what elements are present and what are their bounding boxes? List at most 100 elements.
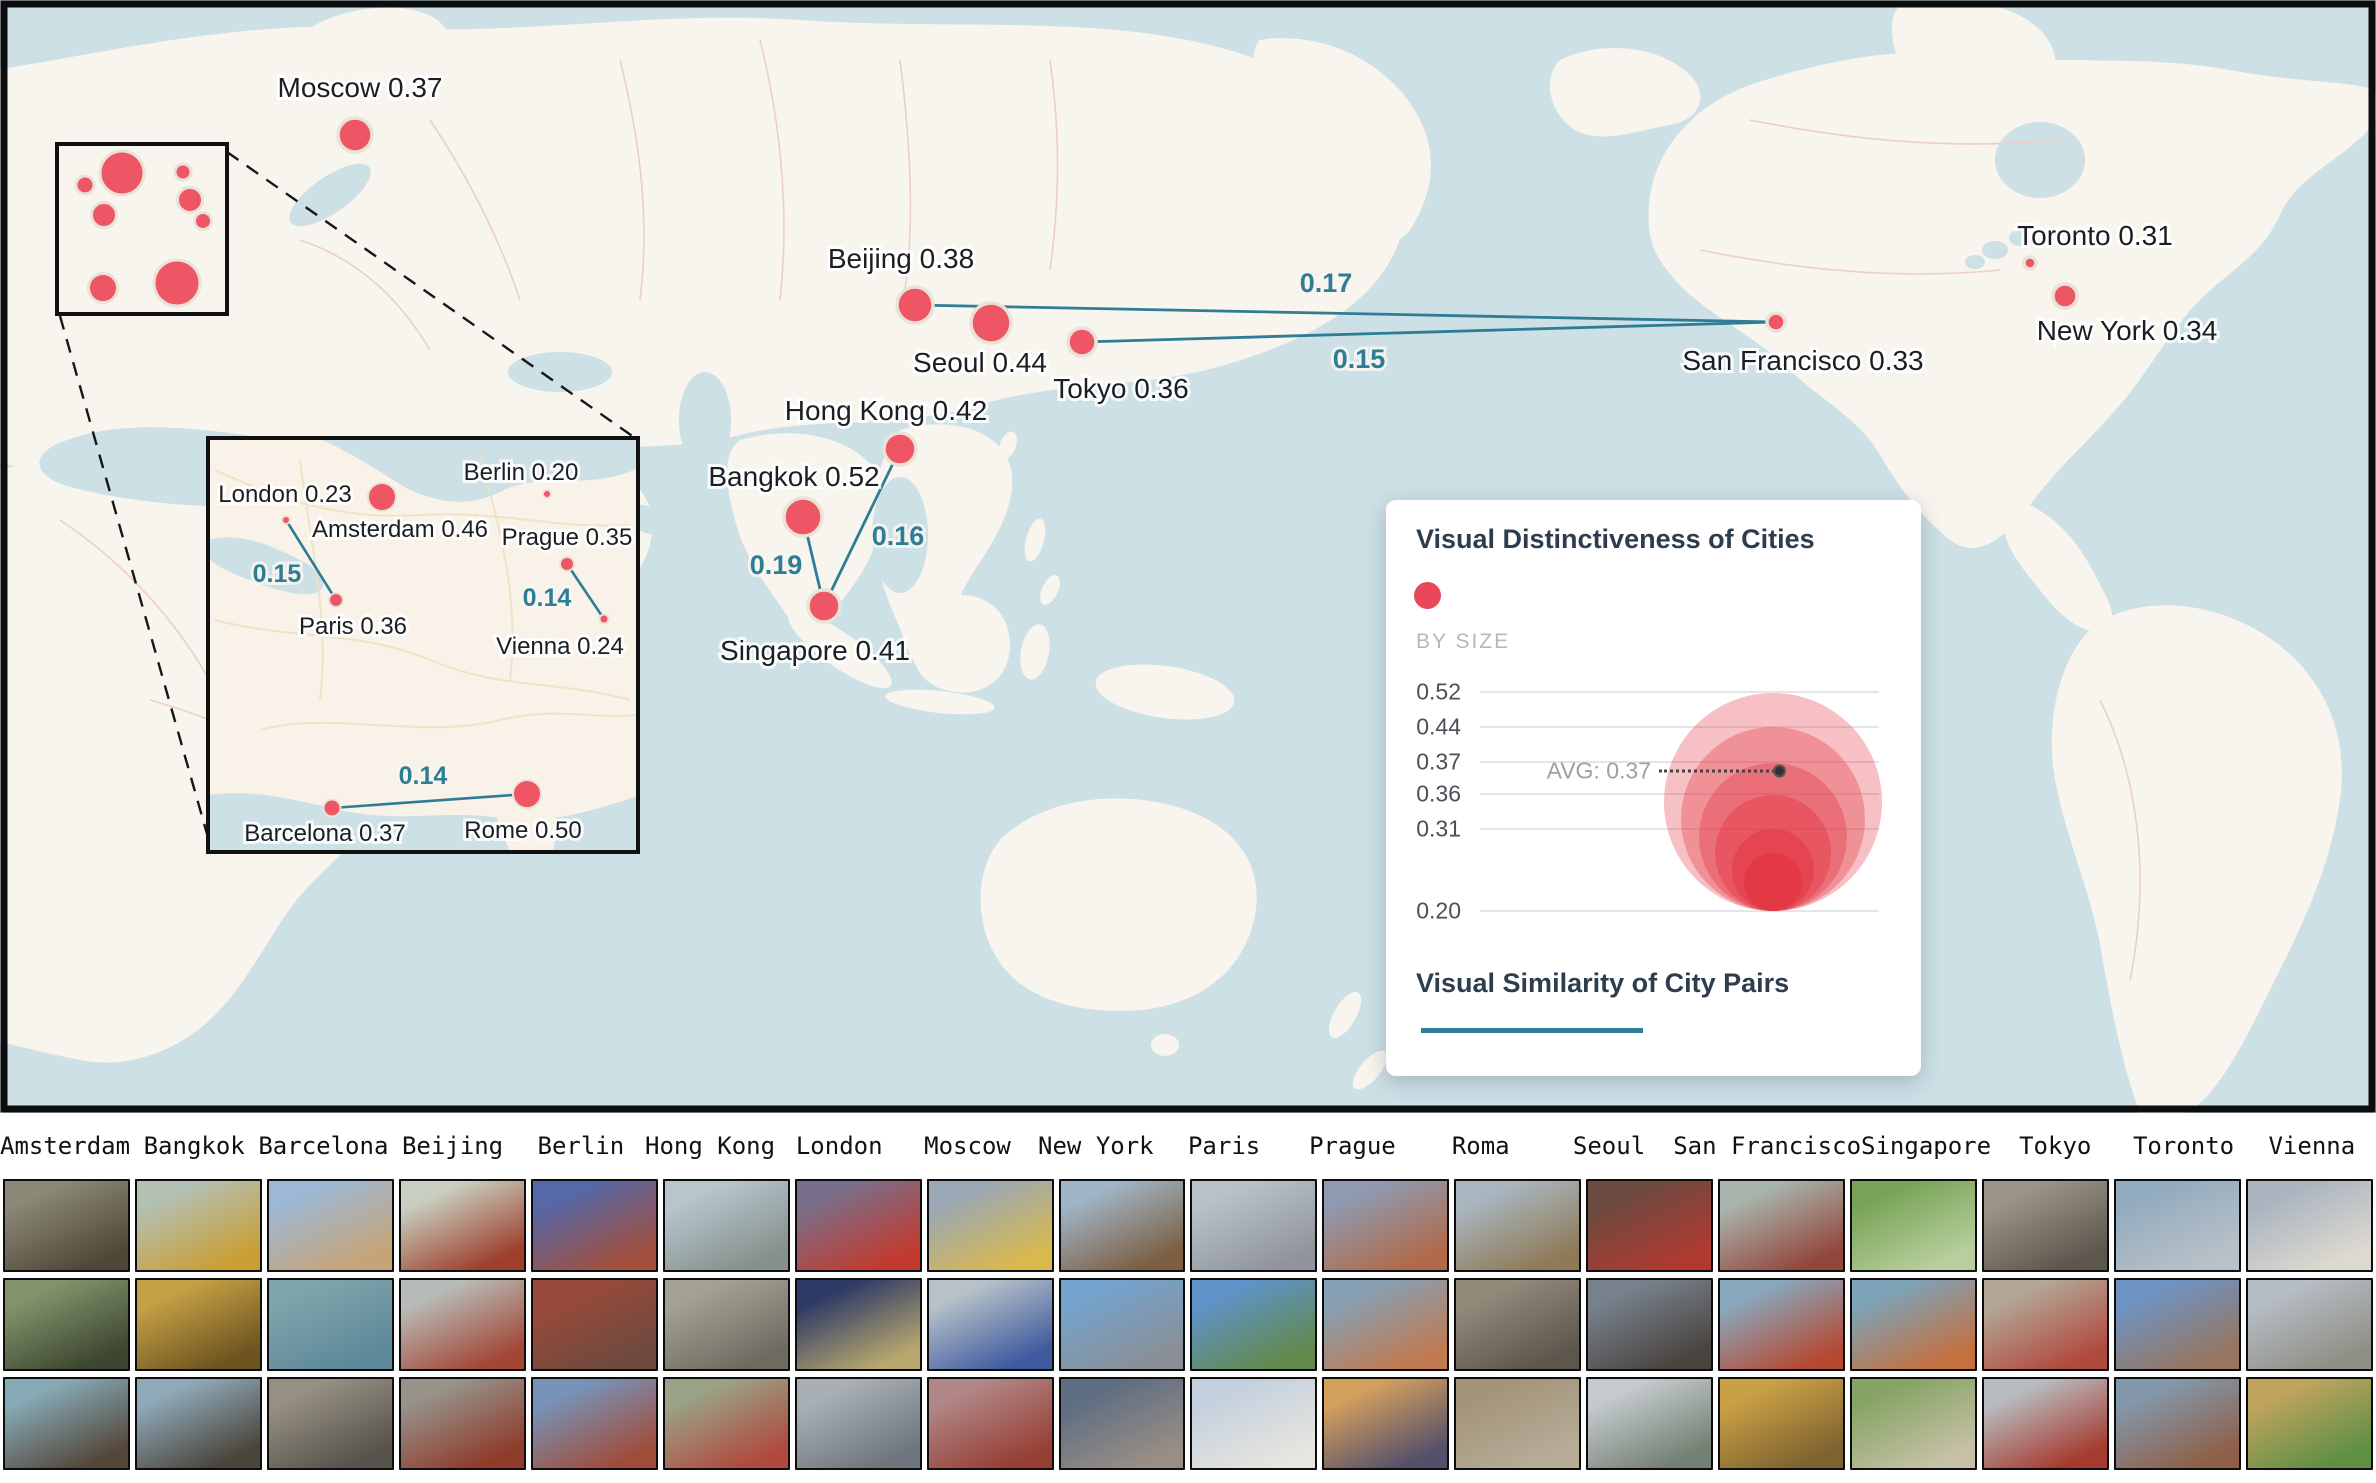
city-bubble-prague[interactable]	[560, 557, 574, 571]
scale-gridline	[1480, 691, 1879, 693]
city-label-new-york: New York 0.34	[2037, 315, 2218, 346]
photo-moscow-row1[interactable]	[927, 1179, 1054, 1272]
city-bubble-london[interactable]	[282, 516, 290, 524]
photo-san-francisco-row3[interactable]	[1718, 1377, 1845, 1470]
city-bubble-paris[interactable]	[329, 593, 343, 607]
gallery-city-names: AmsterdamBangkokBarcelonaBeijingBerlinHo…	[0, 1113, 2376, 1179]
photo-singapore-row1[interactable]	[1850, 1179, 1977, 1272]
photo-amsterdam-row2[interactable]	[3, 1278, 130, 1371]
photo-vienna-row1[interactable]	[2246, 1179, 2373, 1272]
photo-beijing-row1[interactable]	[399, 1179, 526, 1272]
gallery-city-name-tokyo: Tokyo	[1991, 1132, 2119, 1160]
photo-barcelona-row2[interactable]	[267, 1278, 394, 1371]
photo-toronto-row1[interactable]	[2114, 1179, 2241, 1272]
city-bubble-singapore[interactable]	[808, 590, 840, 622]
visualization-root: London 0.23Amsterdam 0.46Berlin 0.20Prag…	[0, 0, 2376, 1483]
photo-vienna-row3[interactable]	[2246, 1377, 2373, 1470]
city-label-hong-kong: Hong Kong 0.42	[785, 395, 987, 426]
city-bubble-moscow[interactable]	[338, 118, 372, 152]
city-bubble-bangkok[interactable]	[784, 498, 822, 536]
photo-bangkok-row3[interactable]	[135, 1377, 262, 1470]
city-bubble-rome[interactable]	[513, 780, 541, 808]
city-bubble-seoul[interactable]	[971, 303, 1011, 343]
photo-toronto-row3[interactable]	[2114, 1377, 2241, 1470]
photo-tokyo-row1[interactable]	[1982, 1179, 2109, 1272]
photo-amsterdam-row1[interactable]	[3, 1179, 130, 1272]
legend-panel: Visual Distinctiveness of Cities BY SIZE…	[1386, 500, 1921, 1076]
gallery-city-name-berlin: Berlin	[517, 1132, 645, 1160]
photo-beijing-row2[interactable]	[399, 1278, 526, 1371]
photo-vienna-row2[interactable]	[2246, 1278, 2373, 1371]
city-bubble-vienna[interactable]	[600, 615, 609, 624]
city-bubble-toronto[interactable]	[2024, 257, 2036, 269]
photo-paris-row2[interactable]	[1190, 1278, 1317, 1371]
photo-roma-row2[interactable]	[1454, 1278, 1581, 1371]
similarity-value-label: 0.19	[750, 550, 803, 580]
photo-paris-row1[interactable]	[1190, 1179, 1317, 1272]
city-label-amsterdam: Amsterdam 0.46	[312, 516, 488, 543]
photo-moscow-row3[interactable]	[927, 1377, 1054, 1470]
city-bubble-beijing[interactable]	[897, 287, 933, 323]
city-bubble-san-francisco[interactable]	[1767, 313, 1785, 331]
scale-tick-label: 0.36	[1389, 781, 1461, 808]
photo-paris-row3[interactable]	[1190, 1377, 1317, 1470]
photo-new-york-row2[interactable]	[1059, 1278, 1186, 1371]
photo-barcelona-row3[interactable]	[267, 1377, 394, 1470]
europe-mini-bubble	[175, 164, 191, 180]
photo-berlin-row1[interactable]	[531, 1179, 658, 1272]
photo-london-row2[interactable]	[795, 1278, 922, 1371]
gallery-city-name-amsterdam: Amsterdam	[0, 1132, 130, 1160]
gallery-city-name-paris: Paris	[1160, 1132, 1288, 1160]
photo-seoul-row3[interactable]	[1586, 1377, 1713, 1470]
photo-singapore-row3[interactable]	[1850, 1377, 1977, 1470]
photo-toronto-row2[interactable]	[2114, 1278, 2241, 1371]
photo-beijing-row3[interactable]	[399, 1377, 526, 1470]
photo-prague-row3[interactable]	[1322, 1377, 1449, 1470]
gallery-city-name-san-francisco: San Francisco	[1673, 1132, 1861, 1160]
avg-dotted-line	[1659, 770, 1775, 773]
photo-hong-kong-row3[interactable]	[663, 1377, 790, 1470]
photo-seoul-row2[interactable]	[1586, 1278, 1713, 1371]
scale-gridline	[1480, 910, 1879, 912]
photo-berlin-row2[interactable]	[531, 1278, 658, 1371]
city-bubble-barcelona[interactable]	[324, 800, 341, 817]
photo-bangkok-row2[interactable]	[135, 1278, 262, 1371]
photo-tokyo-row2[interactable]	[1982, 1278, 2109, 1371]
city-label-london: London 0.23	[218, 481, 351, 508]
photo-moscow-row2[interactable]	[927, 1278, 1054, 1371]
photo-san-francisco-row1[interactable]	[1718, 1179, 1845, 1272]
photo-new-york-row3[interactable]	[1059, 1377, 1186, 1470]
photo-bangkok-row1[interactable]	[135, 1179, 262, 1272]
avg-point	[1773, 765, 1786, 778]
photo-prague-row1[interactable]	[1322, 1179, 1449, 1272]
photo-london-row1[interactable]	[795, 1179, 922, 1272]
gallery-city-name-prague: Prague	[1288, 1132, 1416, 1160]
photo-london-row3[interactable]	[795, 1377, 922, 1470]
city-bubble-tokyo[interactable]	[1068, 328, 1096, 356]
photo-barcelona-row1[interactable]	[267, 1179, 394, 1272]
photo-tokyo-row3[interactable]	[1982, 1377, 2109, 1470]
city-bubble-hong-kong[interactable]	[884, 433, 916, 465]
avg-label: AVG: 0.37	[1547, 758, 1651, 785]
photo-roma-row3[interactable]	[1454, 1377, 1581, 1470]
photo-singapore-row2[interactable]	[1850, 1278, 1977, 1371]
gallery-city-name-moscow: Moscow	[903, 1132, 1031, 1160]
scale-tick-label: 0.44	[1389, 714, 1461, 741]
photo-san-francisco-row2[interactable]	[1718, 1278, 1845, 1371]
europe-mini-bubble	[76, 176, 94, 194]
photo-hong-kong-row1[interactable]	[663, 1179, 790, 1272]
photo-seoul-row1[interactable]	[1586, 1179, 1713, 1272]
city-bubble-amsterdam[interactable]	[368, 483, 396, 511]
photo-new-york-row1[interactable]	[1059, 1179, 1186, 1272]
europe-inset-map: London 0.23Amsterdam 0.46Berlin 0.20Prag…	[208, 438, 638, 852]
photo-berlin-row3[interactable]	[531, 1377, 658, 1470]
photo-prague-row2[interactable]	[1322, 1278, 1449, 1371]
city-bubble-new-york[interactable]	[2053, 284, 2077, 308]
photo-amsterdam-row3[interactable]	[3, 1377, 130, 1470]
photo-hong-kong-row2[interactable]	[663, 1278, 790, 1371]
gallery-city-name-seoul: Seoul	[1545, 1132, 1673, 1160]
city-label-seoul: Seoul 0.44	[913, 347, 1047, 378]
similarity-value-label: 0.16	[872, 521, 925, 551]
photo-roma-row1[interactable]	[1454, 1179, 1581, 1272]
city-bubble-berlin[interactable]	[543, 490, 551, 498]
